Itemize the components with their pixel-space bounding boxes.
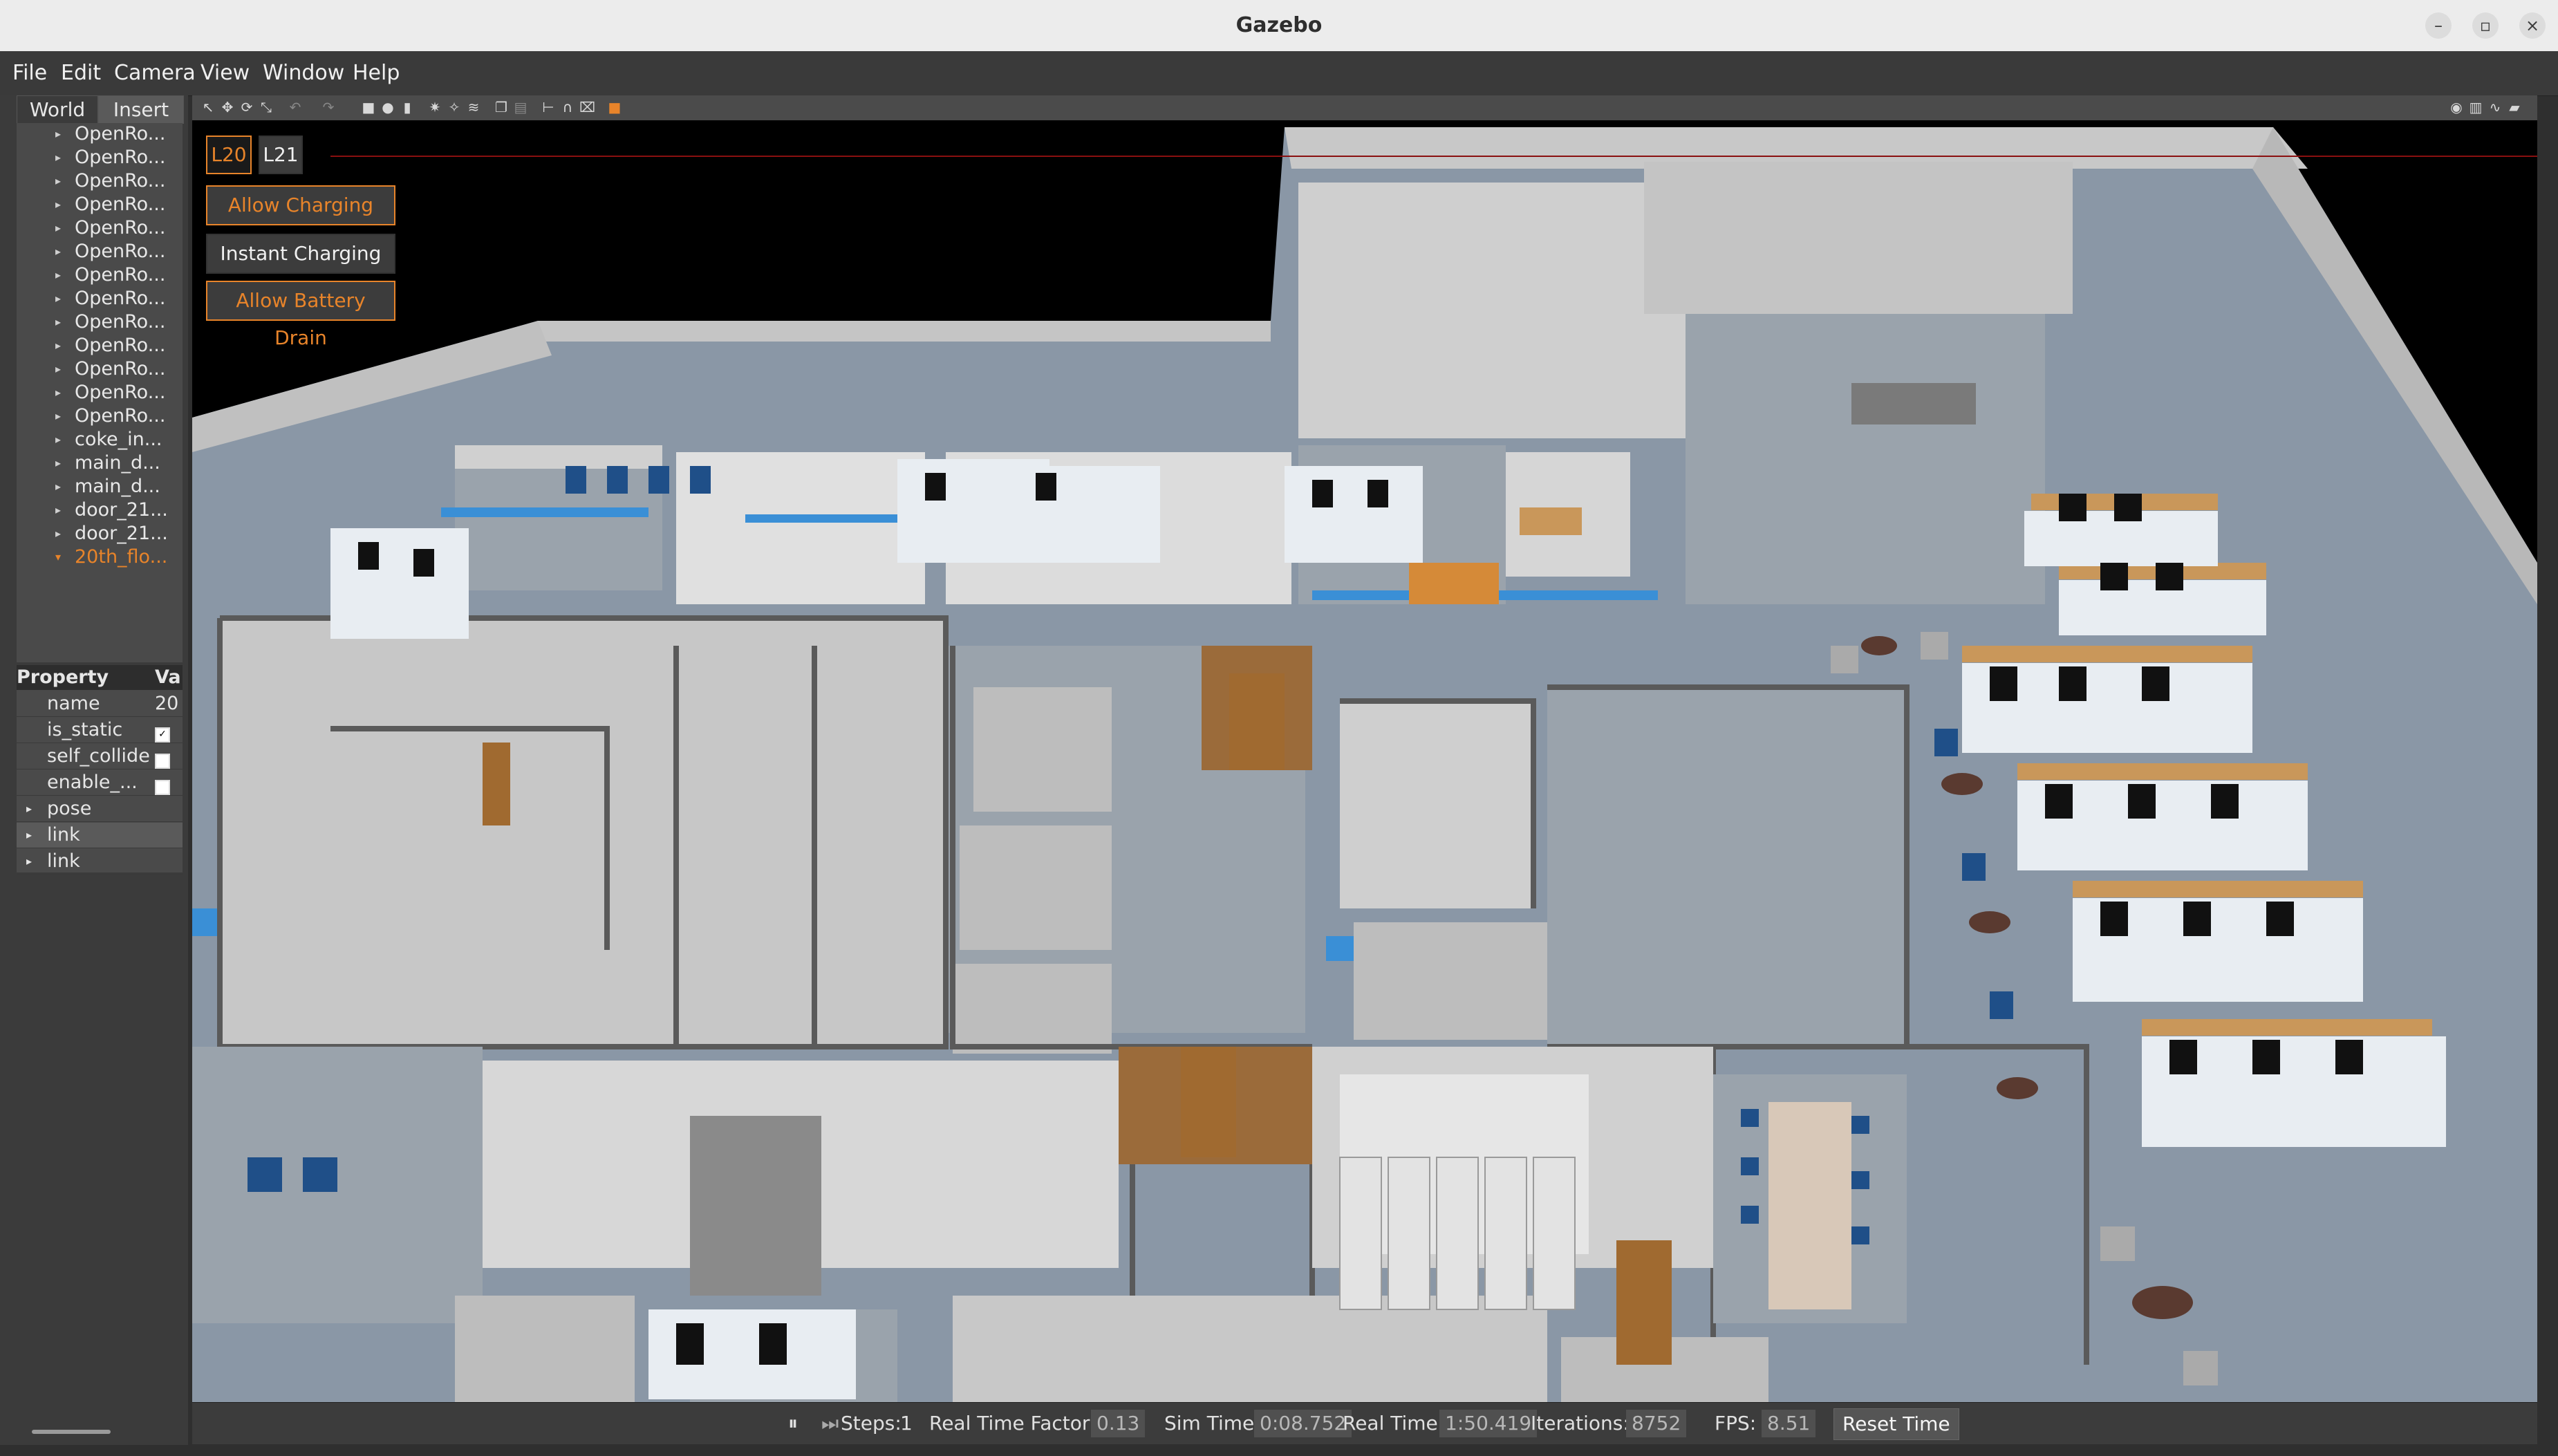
status-bar: ⏸ ⏭ Steps: 1 Real Time Factor: 0.13 Sim … bbox=[192, 1402, 2537, 1444]
paste-icon[interactable]: ▤ bbox=[513, 100, 528, 115]
select-arrow-icon[interactable]: ↖ bbox=[200, 100, 216, 115]
3d-viewport[interactable]: L20 L21 Allow Charging Instant Charging … bbox=[192, 120, 2537, 1402]
snap-icon[interactable]: ∩ bbox=[560, 100, 575, 115]
horizontal-scrollbar[interactable] bbox=[32, 1430, 111, 1434]
tree-item[interactable]: ▸ OpenRo... bbox=[17, 382, 183, 405]
left-panel: World Insert ▸ OpenRo... ▸ OpenRo... ▸ Open… bbox=[0, 95, 188, 1445]
tree-item[interactable]: ▸ OpenRo... bbox=[17, 170, 183, 194]
tree-item[interactable]: ▸ OpenRo... bbox=[17, 264, 183, 288]
pause-icon[interactable]: ⏸ bbox=[788, 1410, 798, 1437]
color-icon[interactable]: ■ bbox=[607, 100, 622, 115]
tree-item[interactable]: ▸ OpenRo... bbox=[17, 123, 183, 147]
real-time-factor-label: Real Time Factor: bbox=[929, 1412, 1096, 1435]
menu-file[interactable]: File bbox=[12, 51, 47, 95]
minimize-icon[interactable]: – bbox=[2425, 12, 2452, 39]
tree-item[interactable]: ▸ OpenRo... bbox=[17, 288, 183, 311]
title-bar: Gazebo – ▫ × bbox=[0, 0, 2558, 52]
video-icon[interactable]: ▰ bbox=[2507, 100, 2522, 115]
property-row-name[interactable]: name 20 bbox=[17, 691, 183, 717]
log-icon[interactable]: ▥ bbox=[2468, 100, 2483, 115]
property-row-self-collide[interactable]: self_collide bbox=[17, 744, 183, 769]
self-collide-checkbox[interactable] bbox=[155, 748, 170, 773]
enable-checkbox[interactable] bbox=[155, 774, 170, 799]
rotate-icon[interactable]: ⟳ bbox=[239, 100, 254, 115]
office-floor-scene bbox=[192, 127, 2537, 1402]
tab-insert[interactable]: Insert bbox=[98, 95, 184, 124]
tree-item[interactable]: ▸ OpenRo... bbox=[17, 311, 183, 335]
sim-time-label: Sim Time: bbox=[1164, 1412, 1261, 1435]
menu-edit[interactable]: Edit bbox=[61, 51, 101, 95]
undo-icon[interactable]: ↶ bbox=[288, 100, 303, 115]
close-icon[interactable]: × bbox=[2519, 12, 2546, 39]
chevron-right-icon: ▸ bbox=[26, 855, 32, 868]
property-row-enable[interactable]: enable_... bbox=[17, 770, 183, 796]
menu-window[interactable]: Window bbox=[263, 51, 344, 95]
tree-item[interactable]: ▸ OpenRo... bbox=[17, 405, 183, 429]
real-time-factor-value: 0.13 bbox=[1091, 1410, 1146, 1437]
step-icon[interactable]: ⏭ bbox=[821, 1410, 839, 1437]
box-icon[interactable]: ■ bbox=[361, 100, 376, 115]
sphere-icon[interactable]: ● bbox=[380, 100, 395, 115]
fps-value: 8.51 bbox=[1762, 1410, 1816, 1437]
chevron-right-icon: ▸ bbox=[26, 828, 32, 841]
redo-icon[interactable]: ↷ bbox=[321, 100, 336, 115]
tree-item[interactable]: ▸ OpenRo... bbox=[17, 147, 183, 170]
tree-item[interactable]: ▸ OpenRo... bbox=[17, 358, 183, 382]
allow-charging-button[interactable]: Allow Charging bbox=[206, 185, 395, 225]
real-time-value: 1:50.419 bbox=[1439, 1410, 1538, 1437]
property-header: Property Va bbox=[17, 665, 183, 690]
level-button-l21[interactable]: L21 bbox=[259, 136, 303, 174]
steps-value[interactable]: 1 bbox=[900, 1410, 913, 1437]
copy-icon[interactable]: ❐ bbox=[494, 100, 509, 115]
screenshot-icon[interactable]: ◉ bbox=[2449, 100, 2464, 115]
tree-item[interactable]: ▸ main_d... bbox=[17, 452, 183, 476]
tree-item[interactable]: ▸ OpenRo... bbox=[17, 335, 183, 358]
iterations-value: 8752 bbox=[1626, 1410, 1687, 1437]
reset-time-button[interactable]: Reset Time bbox=[1833, 1408, 1959, 1440]
property-row-is-static[interactable]: is_static ✓ bbox=[17, 718, 183, 743]
tree-item[interactable]: ▸ OpenRo... bbox=[17, 217, 183, 241]
spot-light-icon[interactable]: ✧ bbox=[447, 100, 462, 115]
tree-item[interactable]: ▸ OpenRo... bbox=[17, 194, 183, 217]
steps-label: Steps: bbox=[841, 1412, 902, 1435]
real-time-label: Real Time: bbox=[1343, 1412, 1445, 1435]
instant-charging-button[interactable]: Instant Charging bbox=[206, 234, 395, 274]
align-icon[interactable]: ⊢ bbox=[541, 100, 556, 115]
toolbar: ↖ ✥ ⟳ ⤡ ↶ ↷ ■ ● ▮ ✷ ✧ ≋ ❐ ▤ ⊢ ∩ ⌧ ■ ◉ ▥ … bbox=[192, 95, 2537, 121]
menu-camera[interactable]: Camera bbox=[114, 51, 196, 95]
sim-time-value: 0:08.752 bbox=[1254, 1410, 1352, 1437]
tree-item[interactable]: ▸ coke_in... bbox=[17, 429, 183, 452]
tree-item[interactable]: ▸ main_d... bbox=[17, 476, 183, 499]
iterations-label: Iterations: bbox=[1531, 1412, 1630, 1435]
point-light-icon[interactable]: ✷ bbox=[427, 100, 442, 115]
level-button-l20[interactable]: L20 bbox=[206, 136, 252, 174]
is-static-checkbox[interactable]: ✓ bbox=[155, 722, 170, 747]
window-title: Gazebo bbox=[1235, 13, 1323, 37]
scale-icon[interactable]: ⤡ bbox=[259, 100, 274, 115]
change-view-icon[interactable]: ⌧ bbox=[579, 100, 595, 115]
tree-item[interactable]: ▸ door_21... bbox=[17, 523, 183, 546]
fps-label: FPS: bbox=[1715, 1412, 1757, 1435]
allow-battery-drain-button[interactable]: Allow Battery Drain bbox=[206, 281, 395, 349]
property-panel: Property Va name 20 is_static ✓ self_col… bbox=[17, 665, 183, 875]
tree-item[interactable]: ▸ door_21... bbox=[17, 499, 183, 523]
cylinder-icon[interactable]: ▮ bbox=[400, 100, 415, 115]
directional-light-icon[interactable]: ≋ bbox=[466, 100, 481, 115]
translate-icon[interactable]: ✥ bbox=[220, 100, 235, 115]
chevron-right-icon: ▸ bbox=[26, 802, 32, 815]
model-tree: ▸ OpenRo... ▸ OpenRo... ▸ OpenRo... ▸ OpenRo… bbox=[17, 123, 183, 662]
menu-help[interactable]: Help bbox=[353, 51, 400, 95]
property-link[interactable]: ▸ link bbox=[17, 849, 183, 875]
tree-item[interactable]: ▸ OpenRo... bbox=[17, 241, 183, 264]
tab-world[interactable]: World bbox=[17, 95, 98, 124]
property-pose[interactable]: ▸ pose bbox=[17, 796, 183, 822]
property-link[interactable]: ▸ link bbox=[17, 823, 183, 848]
menu-bar: File Edit Camera View Window Help bbox=[0, 51, 2558, 96]
tree-item-selected[interactable]: ▾ 20th_flo... bbox=[17, 546, 183, 570]
plot-icon[interactable]: ∿ bbox=[2487, 100, 2503, 115]
menu-view[interactable]: View bbox=[200, 51, 250, 95]
maximize-icon[interactable]: ▫ bbox=[2472, 12, 2499, 39]
